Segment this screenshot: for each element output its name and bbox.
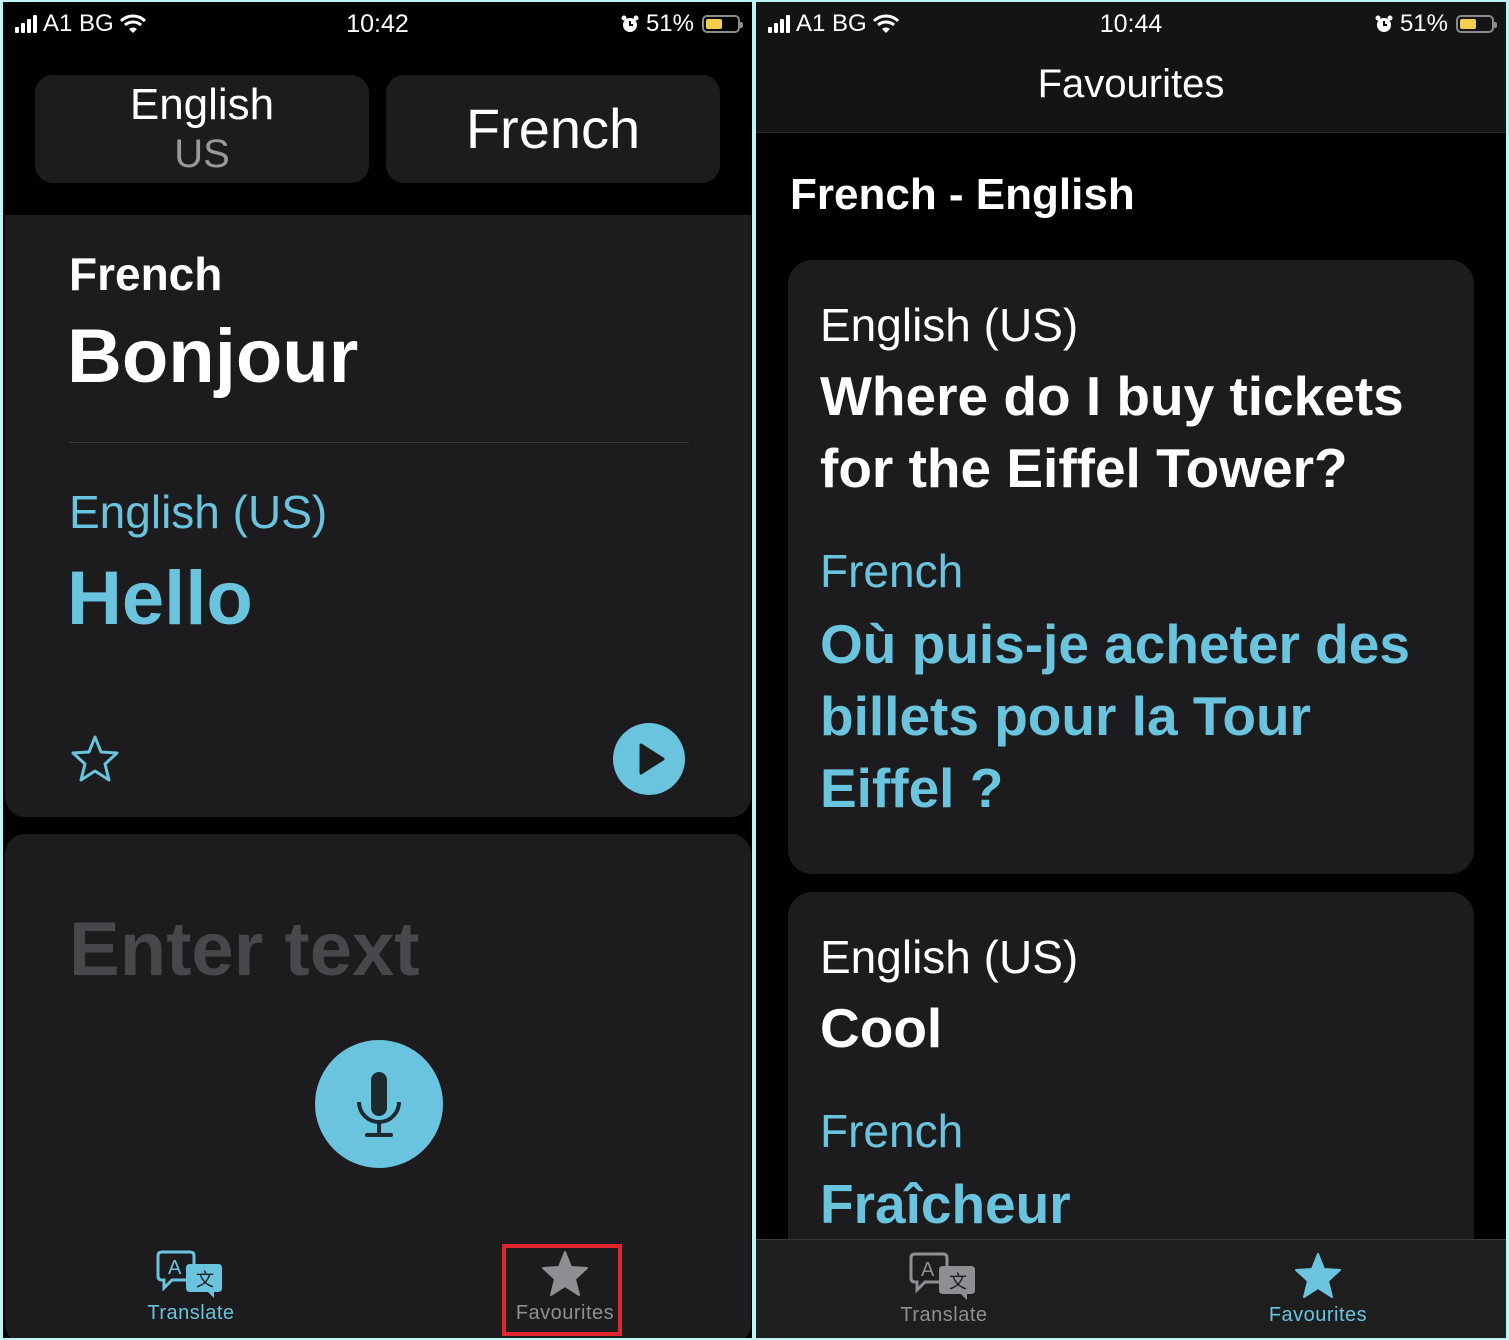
favourite-source-language: English (US) — [820, 931, 1079, 983]
tab-favourites-label: Favourites — [1268, 1304, 1368, 1326]
play-icon — [639, 743, 665, 775]
favourite-target-text: Où puis-je acheter des billets pour la T… — [820, 613, 1410, 819]
svg-text:A: A — [168, 1257, 182, 1279]
microphone-button[interactable] — [315, 1040, 443, 1168]
favourite-card[interactable]: English (US) Where do I buy tickets for … — [788, 260, 1474, 874]
tab-favourites[interactable]: Favourites — [1218, 1250, 1418, 1327]
source-language-button[interactable]: English US — [35, 75, 369, 183]
svg-text:A: A — [921, 1259, 935, 1281]
result-target-text: Hello — [67, 556, 253, 641]
alarm-icon — [621, 15, 639, 32]
result-target-language: English (US) — [69, 486, 328, 538]
play-button[interactable] — [613, 723, 685, 795]
battery-percent: 51% — [1399, 10, 1448, 37]
favourite-source-text: Cool — [820, 997, 943, 1059]
status-bar: A1 BG 10:42 51% — [3, 2, 752, 48]
status-bar: A1 BG 10:44 51% — [756, 2, 1506, 48]
battery-percent: 51% — [645, 10, 694, 37]
microphone-icon — [357, 1072, 401, 1137]
favourite-source-language: English (US) — [820, 299, 1079, 351]
tab-translate[interactable]: A文 Translate — [844, 1250, 1044, 1327]
star-icon — [1295, 1253, 1341, 1298]
favourite-target-language: French — [820, 1105, 964, 1157]
navigation-bar: Favourites — [756, 48, 1506, 133]
translate-icon: A文 — [909, 1252, 975, 1300]
favourite-card[interactable]: English (US) Cool French Fraîcheur — [788, 892, 1474, 1292]
translate-icon: A文 — [156, 1250, 222, 1298]
favourite-target-text: Fraîcheur — [820, 1173, 1071, 1235]
section-title: French - English — [790, 170, 1135, 219]
favourite-target-language: French — [820, 545, 964, 597]
svg-text:文: 文 — [949, 1272, 967, 1293]
page-title: Favourites — [1037, 62, 1225, 106]
tab-translate-label: Translate — [900, 1304, 988, 1326]
battery-icon — [702, 15, 743, 33]
result-source-text: Bonjour — [67, 314, 359, 399]
tab-translate[interactable]: A文 Translate — [91, 1248, 291, 1325]
enter-text-input[interactable]: Enter text — [69, 906, 420, 993]
source-language-name: English — [129, 80, 275, 129]
result-source-language: French — [69, 248, 223, 300]
tab-translate-label: Translate — [147, 1302, 235, 1324]
star-outline-icon[interactable] — [69, 733, 121, 785]
target-language-name: French — [465, 97, 641, 160]
result-divider — [69, 442, 689, 443]
translation-result-card: French Bonjour English (US) Hello — [5, 215, 751, 817]
alarm-icon — [1375, 15, 1393, 32]
favourites-highlight-box — [502, 1244, 622, 1336]
favourite-source-text: Where do I buy tickets for the Eiffel To… — [820, 365, 1404, 499]
translate-screen: A1 BG 10:42 51% English US French French… — [3, 2, 752, 1338]
source-language-region: US — [174, 132, 230, 176]
svg-text:文: 文 — [196, 1270, 214, 1291]
battery-icon — [1456, 15, 1497, 33]
target-language-button[interactable]: French — [386, 75, 720, 183]
tab-bar: A文 Translate Favourites — [3, 1238, 752, 1338]
favourites-screen: A1 BG 10:44 51% Favourites French - Engl… — [756, 2, 1506, 1338]
tab-bar: A文 Translate Favourites — [756, 1239, 1506, 1338]
